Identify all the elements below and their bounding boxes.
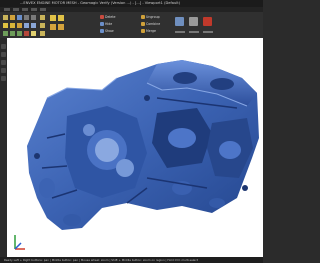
large-tool-captions (175, 31, 213, 33)
zoom-icon[interactable] (10, 31, 15, 36)
light-icon[interactable] (31, 31, 36, 36)
delete-icon (100, 15, 104, 19)
feature-icon[interactable] (203, 17, 212, 26)
merge-button[interactable]: Merge (141, 29, 156, 33)
caption-mark (189, 31, 199, 33)
z-axis-icon (14, 242, 22, 250)
rotate-tool-icon[interactable] (1, 60, 6, 65)
gear-cluster-3 (116, 159, 134, 177)
color-icon[interactable] (24, 31, 29, 36)
menu-view[interactable] (22, 8, 28, 11)
show-button[interactable]: Show (100, 29, 114, 33)
properties-icon[interactable] (175, 17, 184, 26)
mount-boss-2 (63, 214, 81, 226)
ungroup-button[interactable]: Ungroup (141, 15, 160, 19)
mode-d-icon[interactable] (58, 24, 64, 30)
menu-tools[interactable] (31, 8, 37, 11)
rotate-icon[interactable] (17, 31, 22, 36)
view-iso-icon[interactable] (31, 23, 36, 28)
redo-icon[interactable] (31, 15, 36, 20)
status-text: Ready Left + Right buttons: pan | Middle… (4, 258, 198, 262)
undo-icon[interactable] (24, 15, 29, 20)
toggle-a-icon[interactable] (40, 15, 45, 20)
bore-right (210, 78, 234, 90)
caption-mark (203, 31, 213, 33)
window-title: ...ENVEX ENGINE MOTOR MESH - Geomagic Ve… (20, 1, 181, 5)
view-front-icon[interactable] (24, 23, 29, 28)
measure-tool-icon[interactable] (1, 76, 6, 81)
transform-icon[interactable] (189, 17, 198, 26)
lasso-icon[interactable] (10, 23, 15, 28)
ribbon-toolbar: Delete Hide Show Ungroup Combine Merge (0, 12, 263, 39)
open-icon[interactable] (10, 15, 15, 20)
axis-triad (14, 235, 25, 250)
engine-mesh[interactable] (7, 38, 263, 257)
menu-help[interactable] (40, 8, 46, 11)
show-icon (100, 29, 104, 33)
select-tool-icon[interactable] (1, 44, 6, 49)
hide-icon (100, 22, 104, 26)
pan-tool-icon[interactable] (1, 52, 6, 57)
select-icon[interactable] (3, 23, 8, 28)
title-bar: ...ENVEX ENGINE MOTOR MESH - Geomagic Ve… (0, 0, 263, 7)
bearing-boss-2 (219, 141, 241, 159)
hide-button[interactable]: Hide (100, 22, 112, 26)
bolt-hole (34, 153, 40, 159)
mode-c-icon[interactable] (50, 24, 56, 30)
3d-viewport[interactable] (7, 38, 263, 257)
zoom-tool-icon[interactable] (1, 68, 6, 73)
ribbon-left-tools (3, 15, 64, 36)
combine-button[interactable]: Combine (141, 22, 160, 26)
merge-icon (141, 29, 145, 33)
bore-left (173, 72, 197, 84)
mount-boss-3 (209, 198, 225, 208)
toggle-c-icon[interactable] (40, 31, 45, 36)
bolt-hole (242, 185, 248, 191)
delete-button[interactable]: Delete (100, 15, 115, 19)
gear-cluster-2 (95, 138, 119, 162)
bolt-hole (144, 95, 150, 101)
status-bar: Ready Left + Right buttons: pan | Middle… (0, 257, 263, 263)
new-icon[interactable] (3, 15, 8, 20)
save-icon[interactable] (17, 15, 22, 20)
brush-icon[interactable] (17, 23, 22, 28)
ungroup-icon (141, 15, 145, 19)
mode-a-icon[interactable] (50, 15, 56, 21)
mode-b-icon[interactable] (58, 15, 64, 21)
gear-cluster-4 (83, 124, 95, 136)
caption-mark (175, 31, 185, 33)
menu-file[interactable] (4, 8, 10, 11)
bearing-boss-1 (168, 128, 196, 148)
fit-icon[interactable] (3, 31, 8, 36)
combine-icon (141, 22, 145, 26)
mount-boss-1 (39, 178, 55, 198)
menu-edit[interactable] (13, 8, 19, 11)
toggle-b-icon[interactable] (40, 23, 45, 28)
